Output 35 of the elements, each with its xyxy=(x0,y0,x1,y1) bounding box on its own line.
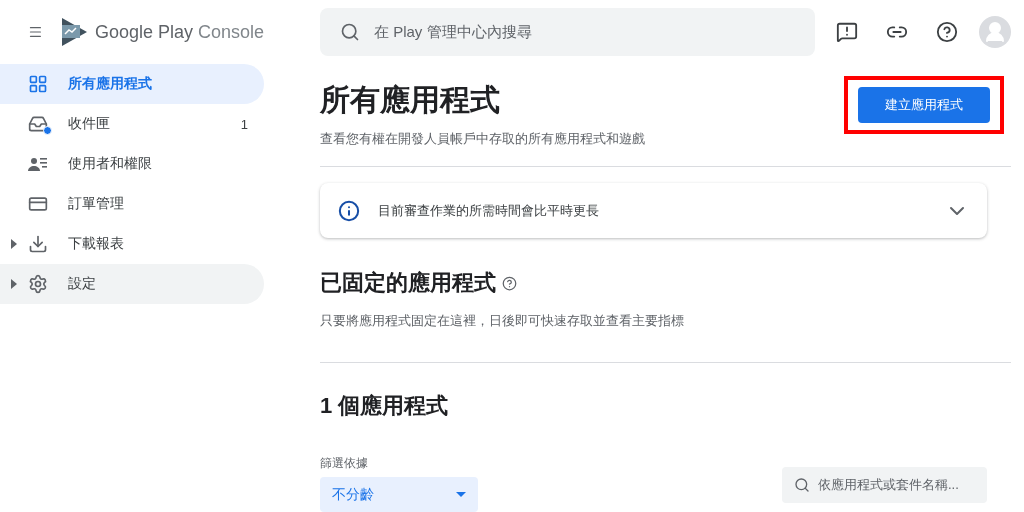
expand-caret-icon[interactable] xyxy=(11,239,17,249)
page-title: 所有應用程式 xyxy=(320,82,501,118)
section-title: 已固定的應用程式 xyxy=(320,269,496,297)
sidebar-item[interactable]: 訂單管理 xyxy=(0,184,264,224)
sidebar-item[interactable]: 使用者和權限 xyxy=(0,144,264,184)
sidebar-item[interactable]: 下載報表 xyxy=(0,224,264,264)
grid-icon xyxy=(28,74,48,94)
section-title: 1 個應用程式 xyxy=(320,392,449,420)
person-list-icon xyxy=(28,156,48,172)
sidebar-item[interactable]: 設定 xyxy=(0,264,264,304)
search-icon xyxy=(340,22,360,42)
item-count: 1 xyxy=(240,116,248,132)
create-app-button[interactable]: 建立應用程式 xyxy=(858,87,990,123)
notice-text: 目前審查作業的所需時間會比平時更長 xyxy=(378,201,600,220)
filter-label: 篩選依據 xyxy=(320,455,369,472)
sidebar-item[interactable]: 所有應用程式 xyxy=(0,64,264,104)
dropdown-caret-icon xyxy=(456,492,466,497)
inbox-icon xyxy=(28,114,48,134)
feedback-icon[interactable] xyxy=(836,21,858,43)
filter-dropdown[interactable]: 不分齡 xyxy=(320,477,478,512)
sidebar-item[interactable]: 收件匣 1 xyxy=(0,104,264,144)
search-field[interactable]: 在 Play 管理中心內搜尋 xyxy=(320,8,815,56)
brand-name: Google Play Console xyxy=(94,21,264,43)
app-search-field[interactable]: 依應用程式或套件名稱... xyxy=(782,467,987,503)
info-icon xyxy=(338,199,360,222)
notice-card[interactable]: 目前審查作業的所需時間會比平時更長 xyxy=(320,183,987,238)
search-icon xyxy=(794,477,810,493)
card-icon xyxy=(28,194,48,214)
download-icon xyxy=(28,234,48,254)
section-description: 只要將應用程式固定在這裡，日後即可快速存取並查看主要指標 xyxy=(320,312,685,330)
settings-icon xyxy=(28,274,48,294)
help-icon[interactable] xyxy=(502,275,517,291)
expand-caret-icon[interactable] xyxy=(11,279,17,289)
page-subtitle: 查看您有權在開發人員帳戶中存取的所有應用程式和遊戲 xyxy=(320,130,645,148)
help-icon[interactable] xyxy=(936,21,958,43)
